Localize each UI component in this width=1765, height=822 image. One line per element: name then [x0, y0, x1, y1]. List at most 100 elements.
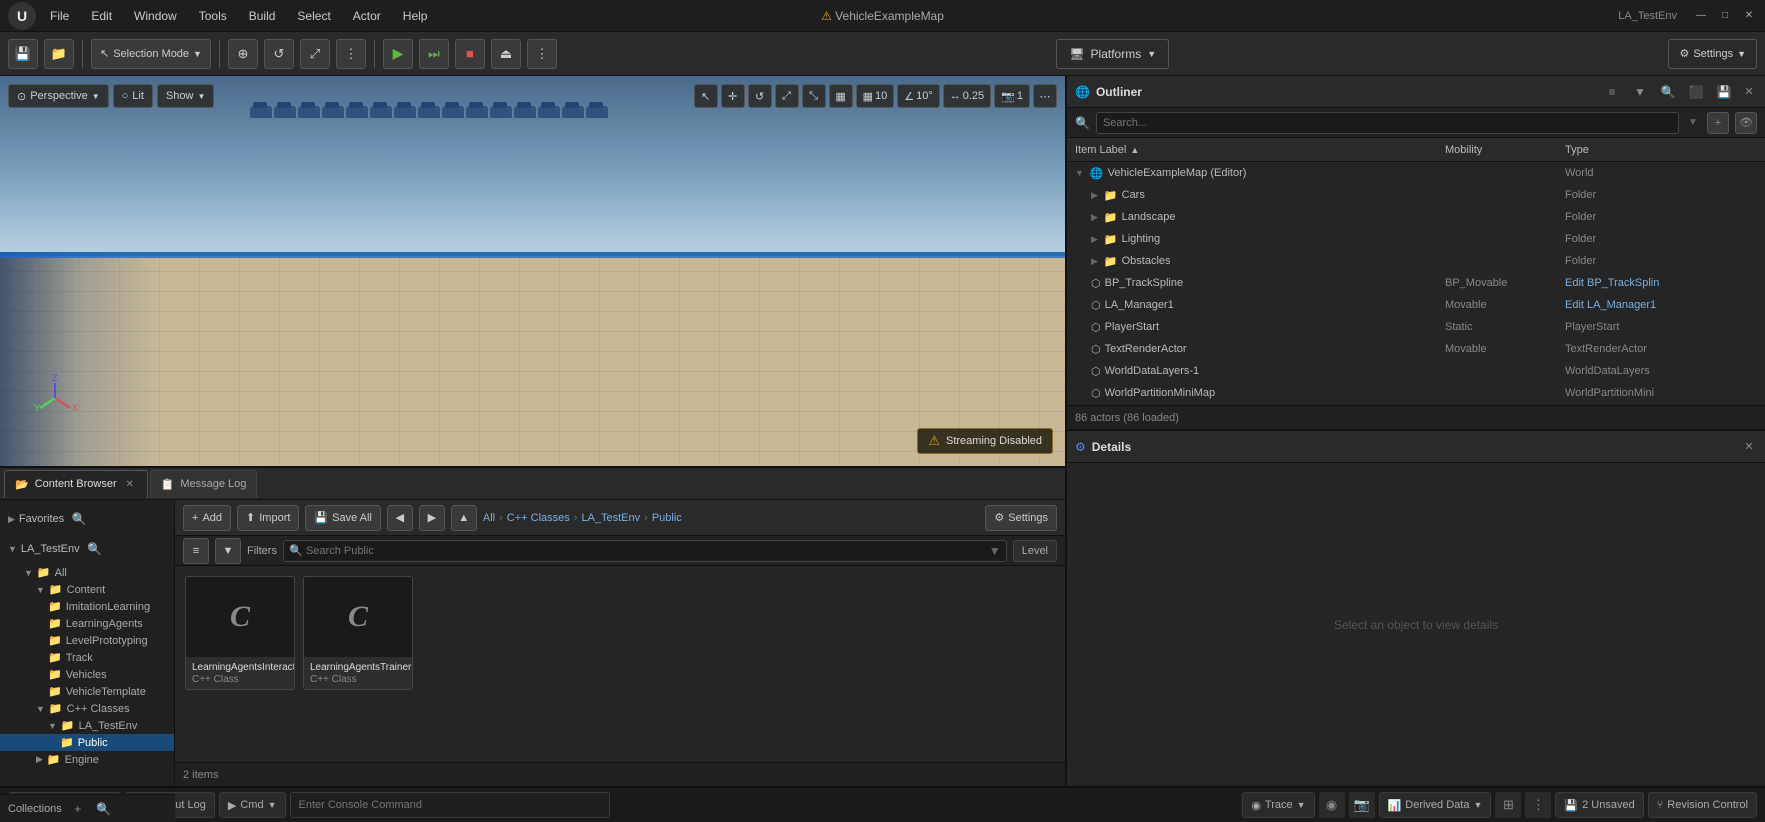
outliner-col-mobility[interactable]: Mobility [1441, 144, 1561, 156]
viewport-options-btn[interactable]: ⋯ [1033, 84, 1057, 108]
add-button[interactable]: + Add [183, 505, 231, 531]
outliner-row-worldpartition[interactable]: ⬡ WorldPartitionMiniMap WorldPartitionMi… [1067, 382, 1765, 404]
tree-public[interactable]: 📁 Public [0, 734, 174, 751]
details-close-btn[interactable]: ✕ [1741, 439, 1757, 455]
menu-select[interactable]: Select [287, 7, 340, 25]
scale-button[interactable]: ⤢ [300, 39, 330, 69]
scale-icon-btn[interactable]: ⤢ [775, 84, 799, 108]
status-icon-1[interactable]: ◉ [1319, 792, 1345, 818]
tree-la-testenv[interactable]: ▼ 📁 LA_TestEnv [0, 717, 174, 734]
streaming-disabled-badge[interactable]: ⚠ Streaming Disabled [917, 428, 1053, 454]
grid-settings-btn[interactable]: ⊞ [1495, 792, 1521, 818]
show-button[interactable]: Show ▼ [157, 84, 214, 108]
menu-edit[interactable]: Edit [81, 7, 122, 25]
cb-up-btn[interactable]: ▲ [451, 505, 477, 531]
menu-tools[interactable]: Tools [189, 7, 237, 25]
tree-imitation-learning[interactable]: 📁 ImitationLearning [0, 598, 174, 615]
menu-file[interactable]: File [40, 7, 79, 25]
revision-control-button[interactable]: ⑂ Revision Control [1648, 792, 1757, 818]
tree-vehicles[interactable]: 📁 Vehicles [0, 666, 174, 683]
outliner-options-btn[interactable]: ⬛ [1685, 81, 1707, 103]
breadcrumb-la-testenv[interactable]: LA_TestEnv [581, 512, 640, 524]
status-icon-2[interactable]: 📷 [1349, 792, 1375, 818]
selection-mode-button[interactable]: ↖ Selection Mode ▼ [91, 39, 211, 69]
tree-engine[interactable]: ▶ 📁 Engine [0, 751, 174, 768]
outliner-row-trackspline[interactable]: ⬡ BP_TrackSpline BP_Movable Edit BP_Trac… [1067, 272, 1765, 294]
outliner-search-input[interactable] [1096, 112, 1679, 134]
world-expand[interactable]: ▼ [1075, 168, 1084, 178]
grid-value-btn[interactable]: ▦ 10 [856, 84, 895, 108]
unreal-logo[interactable]: U [8, 2, 36, 30]
minimize-button[interactable]: — [1693, 8, 1709, 24]
filter-options-btn[interactable]: ≡ [183, 538, 209, 564]
outliner-row-textrender[interactable]: ⬡ TextRenderActor Movable TextRenderActo… [1067, 338, 1765, 360]
scale-value-btn[interactable]: ↔ 0.25 [943, 84, 991, 108]
outliner-save-btn[interactable]: 💾 [1713, 81, 1735, 103]
favorites-search-icon[interactable]: 🔍 [68, 508, 90, 530]
la-testenv-header[interactable]: ▼ LA_TestEnv 🔍 [0, 534, 174, 564]
translate-icon-btn[interactable]: ✛ [721, 84, 745, 108]
cb-tab-close[interactable]: ✕ [123, 477, 137, 491]
la-search-icon[interactable]: 🔍 [84, 538, 106, 560]
tab-message-log[interactable]: 📋 Message Log [150, 470, 258, 498]
tree-vehicle-template[interactable]: 📁 VehicleTemplate [0, 683, 174, 700]
breadcrumb-all[interactable]: All [483, 512, 495, 524]
close-button[interactable]: ✕ [1741, 8, 1757, 24]
outliner-add-btn[interactable]: + [1707, 112, 1729, 134]
outliner-search-btn[interactable]: 🔍 [1657, 81, 1679, 103]
outliner-row-worlddata[interactable]: ⬡ WorldDataLayers-1 WorldDataLayers [1067, 360, 1765, 382]
level-filter-btn[interactable]: Level [1013, 540, 1057, 562]
open-button[interactable]: 📁 [44, 39, 74, 69]
camera-value-btn[interactable]: 📷 1 [994, 84, 1030, 108]
trackspline-edit-link[interactable]: Edit BP_TrackSplin [1565, 277, 1659, 289]
settings-button[interactable]: ⚙ Settings ▼ [1668, 39, 1757, 69]
angle-value-btn[interactable]: ∠ 10° [897, 84, 940, 108]
tree-content[interactable]: ▼ 📁 Content [0, 581, 174, 598]
tree-cpp-classes[interactable]: ▼ 📁 C++ Classes [0, 700, 174, 717]
outliner-close-btn[interactable]: ✕ [1741, 84, 1757, 100]
derived-data-button[interactable]: 📊 Derived Data ▼ [1379, 792, 1492, 818]
cb-forward-btn[interactable]: ▶ [419, 505, 445, 531]
asset-interactor-car[interactable]: C LearningAgentsInteractorCar C++ Class [185, 576, 295, 690]
tab-content-browser[interactable]: 📂 Content Browser ✕ [4, 470, 148, 498]
breadcrumb-public[interactable]: Public [652, 512, 682, 524]
outliner-filter-btn[interactable]: ≡ [1601, 81, 1623, 103]
menu-actor[interactable]: Actor [343, 7, 391, 25]
asset-trainer-car[interactable]: C LearningAgentsTrainerCar C++ Class [303, 576, 413, 690]
outliner-row-manager[interactable]: ⬡ LA_Manager1 Movable Edit LA_Manager1 [1067, 294, 1765, 316]
more-options-btn[interactable]: ⋮ [1525, 792, 1551, 818]
unsaved-button[interactable]: 💾 2 Unsaved [1555, 792, 1643, 818]
eject-button[interactable]: ⏏ [491, 39, 521, 69]
menu-window[interactable]: Window [124, 7, 187, 25]
outliner-col-label[interactable]: Item Label ▲ [1071, 144, 1441, 156]
cars-expand[interactable]: ▶ [1091, 190, 1098, 201]
tree-learning-agents[interactable]: 📁 LearningAgents [0, 615, 174, 632]
trace-button[interactable]: ◉ Trace ▼ [1242, 792, 1314, 818]
transform-button[interactable]: ⊕ [228, 39, 258, 69]
outliner-view-btn[interactable]: 👁 [1735, 112, 1757, 134]
rotate-button[interactable]: ↺ [264, 39, 294, 69]
landscape-expand[interactable]: ▶ [1091, 212, 1098, 223]
outliner-col-type[interactable]: Type [1561, 144, 1761, 156]
import-button[interactable]: ⬆ Import [237, 505, 299, 531]
perspective-button[interactable]: ⊙ Perspective ▼ [8, 84, 109, 108]
rotate-icon-btn[interactable]: ↺ [748, 84, 772, 108]
filter-dropdown-btn[interactable]: ▼ [215, 538, 241, 564]
lit-button[interactable]: ○ Lit [113, 84, 153, 108]
tree-level-prototyping[interactable]: 📁 LevelPrototyping [0, 632, 174, 649]
search-dropdown-btn[interactable]: ▼ [987, 543, 1003, 559]
search-input[interactable] [283, 540, 1007, 562]
play-options-button[interactable]: ⏭ [419, 39, 449, 69]
viewport[interactable]: ⊙ Perspective ▼ ○ Lit Show ▼ ↖ ✛ ↺ ⤢ [0, 76, 1065, 466]
maximize-button[interactable]: □ [1717, 8, 1733, 24]
outliner-filter-dropdown-btn[interactable]: ▼ [1629, 81, 1651, 103]
platforms-button[interactable]: 🖥 Platforms ▼ [1056, 39, 1169, 69]
play-button[interactable]: ▶ [383, 39, 413, 69]
maximize-icon-btn[interactable]: ⤡ [802, 84, 826, 108]
select-mode-icon-btn[interactable]: ↖ [694, 84, 718, 108]
save-all-button[interactable]: 💾 Save All [305, 505, 380, 531]
outliner-row-lighting[interactable]: ▶ 📁 Lighting Folder [1067, 228, 1765, 250]
tree-all[interactable]: ▼ 📁 All [0, 564, 174, 581]
menu-help[interactable]: Help [393, 7, 438, 25]
outliner-row-landscape[interactable]: ▶ 📁 Landscape Folder [1067, 206, 1765, 228]
